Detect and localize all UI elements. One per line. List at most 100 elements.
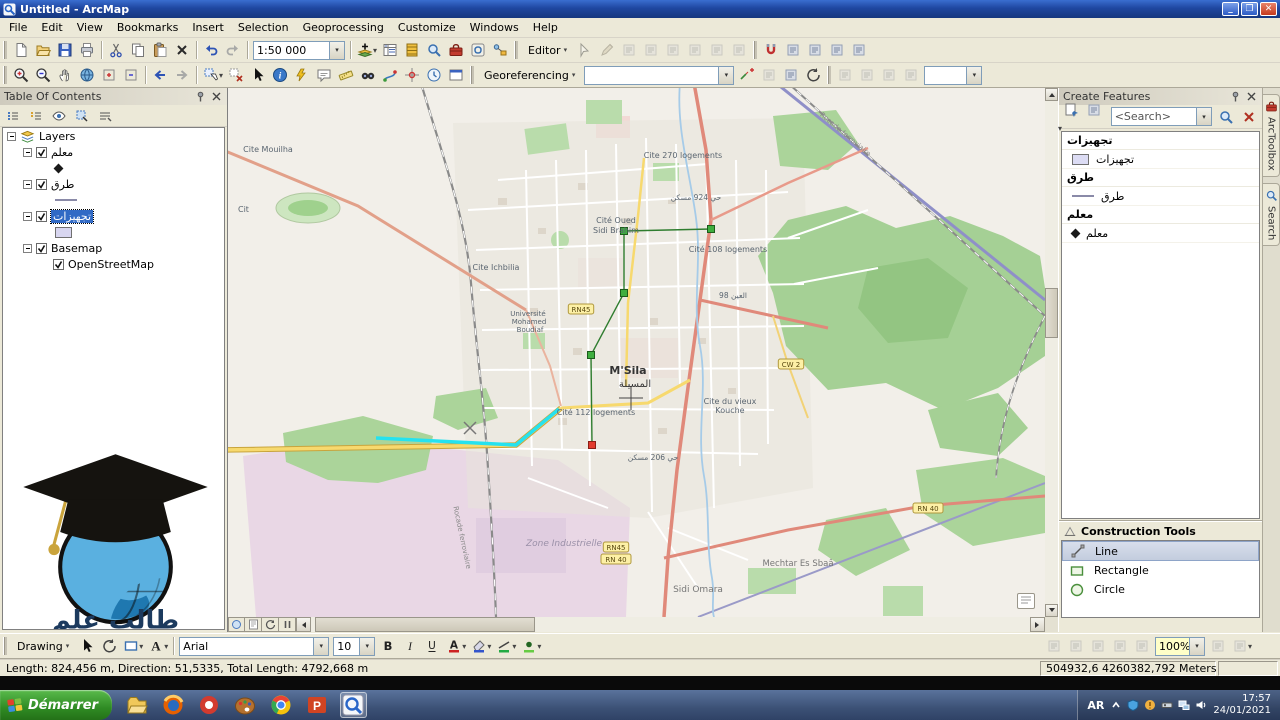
new-document-icon[interactable] — [10, 39, 32, 61]
list-by-visibility-icon[interactable] — [48, 105, 70, 127]
edit-tool-icon[interactable] — [574, 39, 596, 61]
sketch-properties-icon[interactable] — [856, 64, 878, 86]
menu-bookmarks[interactable]: Bookmarks — [110, 18, 185, 37]
menu-insert[interactable]: Insert — [185, 18, 231, 37]
toolbar-grip[interactable] — [514, 41, 519, 59]
map-vertical-scrollbar[interactable] — [1045, 88, 1058, 617]
font-combo[interactable]: Arial ▾ — [179, 636, 330, 656]
scroll-right-button[interactable] — [1030, 617, 1045, 632]
toc-layer-Basemap[interactable]: Basemap — [3, 240, 224, 256]
app-red-icon[interactable] — [196, 692, 223, 718]
point-snapping-icon[interactable] — [782, 39, 804, 61]
visibility-checkbox[interactable] — [36, 242, 47, 254]
view-link-table-icon[interactable] — [780, 64, 802, 86]
transparency-icon[interactable] — [1109, 635, 1131, 657]
find-route-icon[interactable] — [379, 64, 401, 86]
edge-snapping-icon[interactable] — [848, 39, 870, 61]
shield-icon[interactable] — [1127, 699, 1139, 711]
visibility-checkbox[interactable] — [36, 146, 47, 158]
scale-combo[interactable]: 1:50 000 ▾ — [253, 40, 345, 60]
clear-search-icon[interactable] — [1238, 106, 1260, 128]
copy-icon[interactable] — [127, 39, 149, 61]
volume-icon[interactable] — [1195, 699, 1207, 711]
select-elements-icon[interactable] — [247, 64, 269, 86]
auto-registration-icon[interactable] — [758, 64, 780, 86]
map-horizontal-scrollbar[interactable] — [228, 617, 1045, 632]
feature-template[interactable]: طرق — [1062, 187, 1259, 206]
select-elements-icon[interactable] — [76, 635, 98, 657]
toolbar-grip[interactable] — [3, 637, 7, 655]
adjust-contrast-icon[interactable] — [1065, 635, 1087, 657]
toc-layer-تجهيزات[interactable]: تجهيزات — [3, 208, 224, 224]
hidden-icons-expander[interactable] — [1110, 699, 1122, 711]
endpoint-arc-icon[interactable] — [640, 39, 662, 61]
effects-layer-icon[interactable] — [1043, 635, 1065, 657]
underline-icon[interactable]: U — [421, 635, 443, 657]
georeferencing-menu[interactable]: Georeferencing ▾ — [477, 66, 582, 85]
visibility-checkbox[interactable] — [36, 210, 47, 222]
forward-icon[interactable] — [171, 64, 193, 86]
snapping-icon[interactable] — [760, 39, 782, 61]
undo-icon[interactable] — [200, 39, 222, 61]
back-icon[interactable] — [149, 64, 171, 86]
list-by-drawing-order-icon[interactable] — [2, 105, 24, 127]
minimize-button[interactable]: _ — [1222, 2, 1239, 16]
tree-expander[interactable] — [23, 243, 32, 253]
construction-tool-line[interactable]: Line — [1062, 541, 1259, 561]
toolbar-grip[interactable] — [3, 41, 7, 59]
end-snapping-icon[interactable] — [804, 39, 826, 61]
feature-template[interactable]: معلم — [1062, 224, 1259, 243]
identify-icon[interactable]: i — [269, 64, 291, 86]
list-by-selection-icon[interactable] — [71, 105, 93, 127]
redo-icon[interactable] — [222, 39, 244, 61]
template-group-header[interactable]: تجهيزات — [1062, 132, 1259, 150]
toc-layer-OpenStreetMap[interactable]: OpenStreetMap — [3, 256, 224, 272]
arctoolbox-icon[interactable] — [445, 39, 467, 61]
fixed-zoom-out-icon[interactable] — [120, 64, 142, 86]
menu-file[interactable]: File — [2, 18, 34, 37]
swipe-icon[interactable] — [1131, 635, 1153, 657]
toolbar-grip[interactable] — [753, 41, 758, 59]
table-of-contents-icon[interactable] — [379, 39, 401, 61]
zoom-in-icon[interactable] — [10, 64, 32, 86]
editor-menu[interactable]: Editor ▾ — [521, 41, 574, 60]
pin-icon[interactable] — [194, 90, 207, 103]
create-template-icon[interactable] — [1061, 99, 1083, 121]
toolbar-grip[interactable] — [827, 66, 832, 84]
measure-icon[interactable] — [335, 64, 357, 86]
delete-icon[interactable] — [171, 39, 193, 61]
full-extent-icon[interactable] — [76, 64, 98, 86]
tab-arctoolbox[interactable]: ArcToolbox — [1263, 94, 1280, 177]
rotate-icon[interactable] — [802, 64, 824, 86]
save-icon[interactable] — [54, 39, 76, 61]
vertex-snapping-icon[interactable] — [826, 39, 848, 61]
start-button[interactable]: Démarrer — [0, 690, 112, 720]
construction-tool-rectangle[interactable]: Rectangle — [1062, 561, 1259, 580]
language-indicator[interactable]: AR — [1087, 699, 1104, 712]
dropdown-arrow-icon[interactable]: ▾ — [537, 642, 543, 651]
close-icon[interactable] — [1245, 90, 1258, 103]
template-group-header[interactable]: طرق — [1062, 169, 1259, 187]
viewer-window-icon[interactable] — [445, 64, 467, 86]
explorer-icon[interactable] — [124, 692, 151, 718]
horizontal-scroll-thumb[interactable] — [315, 617, 535, 632]
cut-icon[interactable] — [105, 39, 127, 61]
open-folder-icon[interactable] — [32, 39, 54, 61]
effects-percent-combo[interactable]: 100% ▾ — [1154, 636, 1205, 656]
reshape-feature-icon[interactable] — [706, 39, 728, 61]
dropdown-arrow-icon[interactable]: ▾ — [164, 642, 170, 651]
maximize-button[interactable]: ❐ — [1241, 2, 1258, 16]
layer-symbol-point[interactable] — [3, 160, 224, 176]
toc-layer-معلم[interactable]: معلم — [3, 144, 224, 160]
scroll-up-button[interactable] — [1045, 88, 1058, 101]
layout-view-button[interactable] — [245, 617, 262, 632]
italic-icon[interactable]: I — [399, 635, 421, 657]
scroll-down-button[interactable] — [1045, 604, 1058, 617]
drawing-menu[interactable]: Drawing ▾ — [10, 637, 76, 656]
hyperlink-icon[interactable] — [291, 64, 313, 86]
font-size-combo[interactable]: 10 ▾ — [333, 636, 376, 656]
model-builder-icon[interactable] — [489, 39, 511, 61]
print-icon[interactable] — [76, 39, 98, 61]
edit-combo[interactable]: ▾ — [924, 65, 983, 85]
rotate-icon[interactable] — [98, 635, 120, 657]
